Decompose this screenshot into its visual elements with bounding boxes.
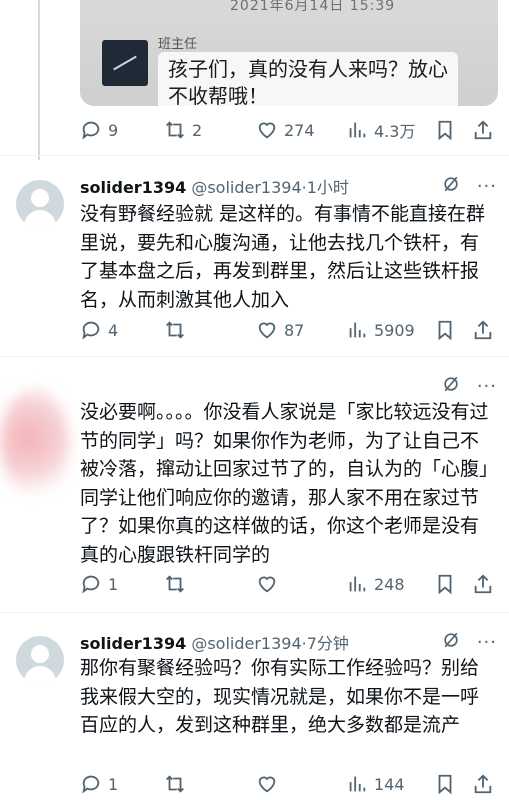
divider [0, 356, 509, 357]
repost-button[interactable] [164, 773, 186, 795]
share-button[interactable] [472, 119, 494, 141]
reply-icon [82, 775, 100, 794]
like-button[interactable]: 274 [256, 119, 315, 141]
heart-icon [258, 322, 276, 339]
share-icon [474, 574, 492, 594]
reply-button[interactable]: 9 [80, 119, 118, 141]
reply-button[interactable]: 4 [80, 319, 118, 341]
bookmark-icon [438, 574, 452, 595]
divider [0, 155, 509, 156]
share-button[interactable] [472, 319, 494, 341]
divider [0, 612, 509, 613]
views-button[interactable]: 4.3万 [346, 118, 415, 142]
action-bar-top: 9 2 274 4.3万 [80, 118, 498, 142]
views-button[interactable]: 144 [346, 773, 405, 795]
share-button[interactable] [472, 573, 494, 595]
handle-time[interactable]: @solider1394·7分钟 [191, 634, 349, 653]
repost-button[interactable]: 2 [164, 119, 202, 141]
reply-icon [82, 321, 100, 340]
views-icon [349, 322, 366, 338]
views-icon [349, 576, 366, 592]
avatar[interactable] [16, 636, 64, 684]
repost-button[interactable] [164, 319, 186, 341]
like-button[interactable]: 87 [256, 319, 304, 341]
handle-time[interactable]: @solider1394·1小时 [191, 178, 349, 197]
views-icon [349, 122, 366, 138]
bookmark-button[interactable] [434, 773, 456, 795]
repost-count: 2 [192, 120, 203, 140]
thread-line [38, 0, 40, 160]
grok-icon[interactable] [441, 374, 461, 398]
tweet-header-icons: ··· [441, 374, 497, 398]
like-button[interactable] [256, 573, 278, 595]
tweet-text: 没必要啊。。。。你没看人家说是「家比较远没有过节的同学」吗？如果你作为老师，为了… [80, 401, 489, 566]
avatar[interactable] [16, 180, 64, 228]
share-icon [474, 120, 492, 140]
like-count: 87 [284, 320, 305, 340]
display-name[interactable]: solider1394 [80, 178, 186, 197]
bookmark-icon [438, 320, 452, 341]
tweet-header-icons: ··· [441, 630, 497, 654]
more-icon[interactable]: ··· [477, 176, 497, 197]
like-button[interactable] [256, 773, 278, 795]
quoted-image[interactable]: 2021年6月14日 15:39 班主任 孩子们，真的没有人来吗？放心不收帮哦！ [80, 0, 498, 106]
reply-count: 1 [108, 774, 119, 794]
bookmark-button[interactable] [434, 119, 456, 141]
tweet-text: 那你有聚餐经验吗？你有实际工作经验吗？别给我来假大空的，现实情况就是，如果你不是… [80, 657, 480, 736]
bookmark-button[interactable] [434, 573, 456, 595]
tweet-header-icons: ··· [441, 174, 497, 198]
tweet-text: 没有野餐经验就 是这样的。有事情不能直接在群里说，要先和心腹沟通，让他去找几个铁… [80, 203, 486, 311]
view-count: 5909 [374, 320, 415, 340]
heart-icon [258, 576, 276, 593]
views-icon [349, 776, 366, 792]
bookmark-icon [438, 774, 452, 795]
grok-icon[interactable] [441, 174, 461, 198]
reply-icon [82, 575, 100, 594]
image-date: 2021年6月14日 15:39 [230, 0, 396, 14]
tweet-header: solider1394 @solider1394·7分钟 [80, 630, 349, 654]
grok-icon[interactable] [441, 630, 461, 654]
more-icon[interactable]: ··· [477, 376, 497, 397]
views-button[interactable]: 5909 [346, 319, 415, 341]
view-count: 144 [374, 774, 405, 794]
image-sender-avatar [102, 40, 148, 86]
blurred-avatar [0, 388, 70, 498]
action-bar: 4 87 5909 [80, 318, 498, 342]
image-message-bubble: 孩子们，真的没有人来吗？放心不收帮哦！ [158, 52, 458, 106]
repost-icon [166, 575, 184, 593]
repost-button[interactable] [164, 573, 186, 595]
like-count: 274 [284, 120, 315, 140]
reply-button[interactable]: 1 [80, 573, 118, 595]
reply-button[interactable]: 1 [80, 773, 118, 795]
action-bar: 1 144 [80, 772, 498, 796]
bookmark-button[interactable] [434, 319, 456, 341]
more-icon[interactable]: ··· [477, 632, 497, 653]
share-icon [474, 320, 492, 340]
display-name[interactable]: solider1394 [80, 634, 186, 653]
heart-icon [258, 122, 276, 139]
repost-icon [166, 321, 184, 339]
share-icon [474, 774, 492, 794]
heart-icon [258, 776, 276, 793]
view-count: 248 [374, 574, 405, 594]
tweet-header: solider1394 @solider1394·1小时 [80, 174, 349, 198]
repost-icon [166, 121, 184, 139]
action-bar: 1 248 [80, 572, 498, 596]
reply-icon [82, 121, 100, 140]
bookmark-icon [438, 120, 452, 141]
image-sender-name: 班主任 [158, 37, 198, 52]
views-button[interactable]: 248 [346, 573, 405, 595]
repost-icon [166, 775, 184, 793]
reply-count: 1 [108, 574, 119, 594]
reply-count: 9 [108, 120, 119, 140]
share-button[interactable] [472, 773, 494, 795]
reply-count: 4 [108, 320, 119, 340]
view-count: 4.3万 [374, 122, 416, 141]
